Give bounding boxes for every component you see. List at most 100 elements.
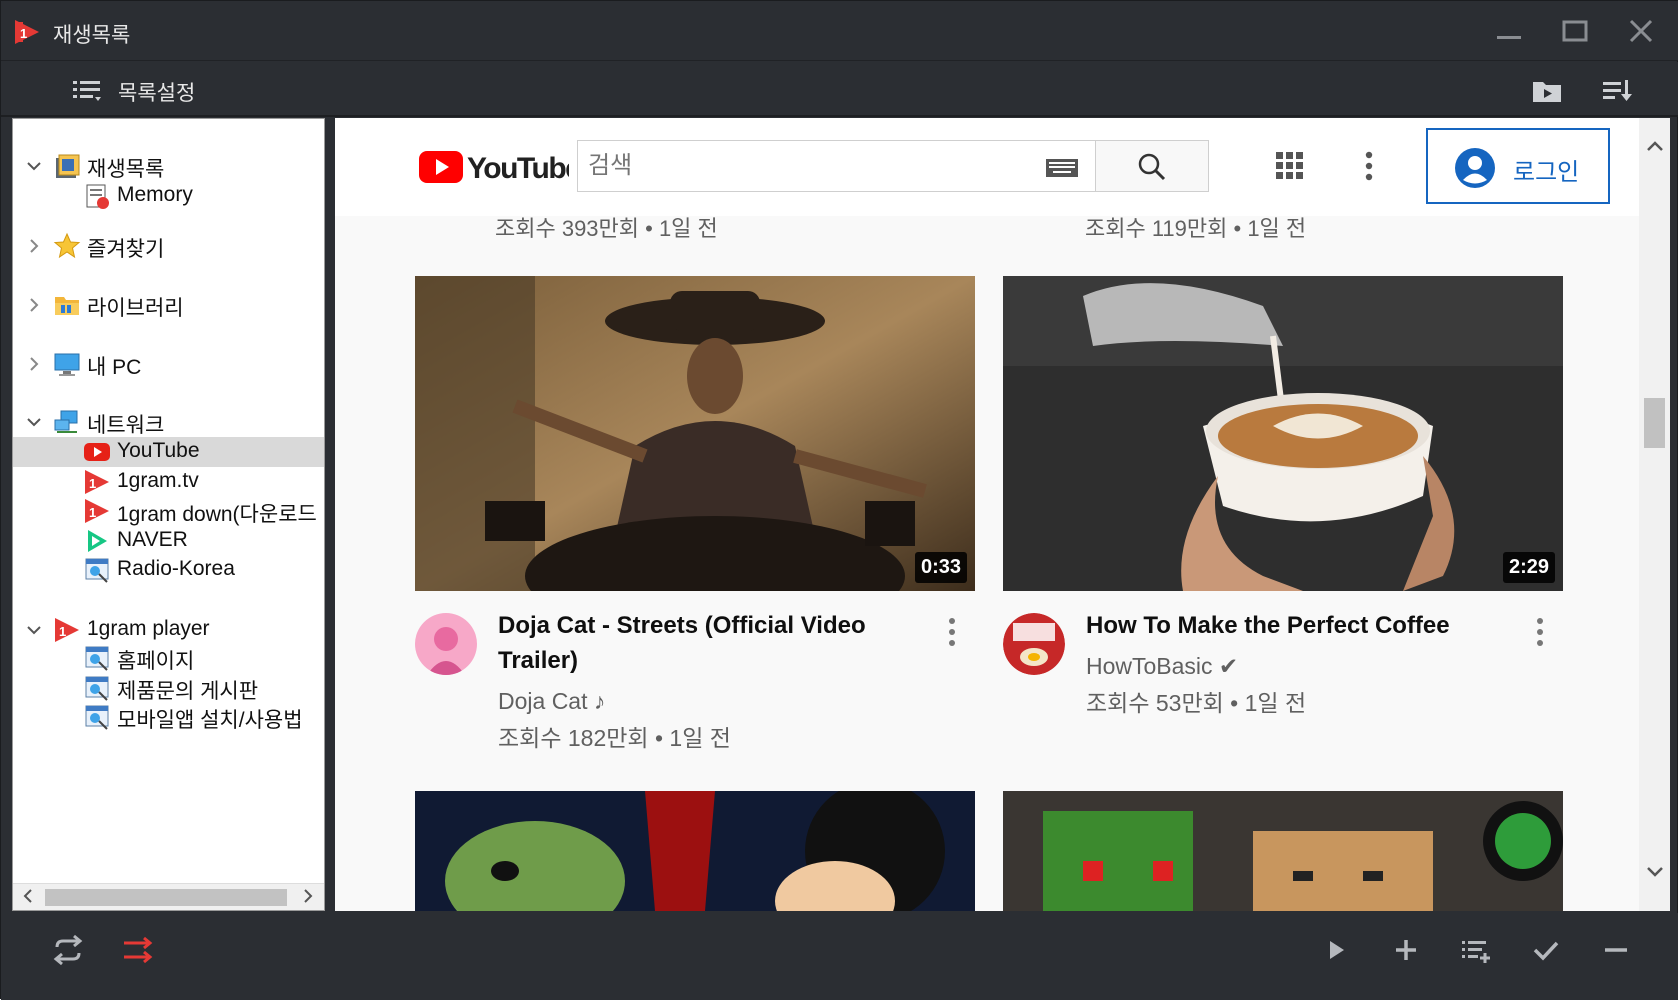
1gram-icon: 1: [55, 618, 79, 642]
tree-item-playlist[interactable]: 재생목록: [13, 151, 324, 181]
tree-item-label: 라이브러리: [87, 297, 184, 320]
video-channel[interactable]: Doja Cat ♪: [498, 688, 605, 715]
window-title: 재생목록: [53, 24, 131, 47]
scroll-right-icon[interactable]: [301, 886, 315, 910]
video-title[interactable]: Doja Cat - Streets (Official Video Trail…: [498, 608, 908, 678]
tree-item-my-pc[interactable]: 내 PC: [13, 349, 324, 379]
scrollbar-thumb[interactable]: [1644, 398, 1665, 448]
tree-item-1gram-down[interactable]: 1 1gram down(다운로드: [13, 496, 324, 526]
video-card[interactable]: [1003, 791, 1563, 911]
video-menu-icon[interactable]: [1535, 616, 1545, 648]
repeat-icon[interactable]: [51, 933, 85, 967]
video-title[interactable]: How To Make the Perfect Coffee: [1086, 608, 1496, 643]
chevron-right-icon[interactable]: [25, 293, 45, 317]
youtube-header: YouTube: [335, 118, 1639, 216]
tree-item-radio-korea[interactable]: Radio-Korea: [13, 555, 324, 585]
video-thumbnail[interactable]: 0:33: [415, 276, 975, 591]
tree-item-product-board[interactable]: 제품문의 게시판: [13, 673, 324, 703]
web-link-icon: [85, 676, 109, 701]
tree-item-naver[interactable]: NAVER: [13, 526, 324, 556]
scroll-down-icon[interactable]: [1645, 860, 1665, 886]
maximize-button[interactable]: [1555, 15, 1595, 49]
vertical-scrollbar[interactable]: [1639, 118, 1670, 911]
video-thumbnail[interactable]: [1003, 791, 1563, 911]
search-button[interactable]: [1096, 140, 1209, 192]
more-vert-icon[interactable]: [1359, 148, 1379, 184]
chevron-down-icon[interactable]: [25, 154, 45, 178]
app-logo-icon: 1: [15, 20, 39, 44]
remove-icon[interactable]: [1599, 933, 1633, 967]
tree-item-network[interactable]: 네트워크: [13, 407, 324, 437]
tree-item-1gram-tv[interactable]: 1 1gram.tv: [13, 467, 324, 497]
video-views: 조회수 182만회 • 1일 전: [498, 725, 731, 751]
video-thumbnail[interactable]: [415, 791, 975, 911]
video-channel[interactable]: HowToBasic ✔: [1086, 653, 1238, 680]
check-icon[interactable]: [1529, 933, 1563, 967]
video-thumbnail[interactable]: 2:29: [1003, 276, 1563, 591]
web-link-icon: [85, 705, 109, 730]
video-views: 조회수 53만회 • 1일 전: [1086, 690, 1307, 716]
apps-grid-icon[interactable]: [1274, 150, 1306, 182]
tree-item-label: 즐겨찾기: [87, 238, 165, 261]
shuffle-icon[interactable]: [121, 933, 155, 967]
tree-item-youtube[interactable]: YouTube: [13, 437, 324, 467]
bottom-bar: [1, 913, 1678, 1000]
sidebar-tree: 재생목록 Memory 즐겨찾기 라이브러리 내 PC 네트워크 YouTube…: [12, 118, 325, 911]
list-settings-label[interactable]: 목록설정: [118, 77, 195, 107]
tree-item-homepage[interactable]: 홈페이지: [13, 643, 324, 673]
svg-text:1: 1: [20, 26, 27, 41]
add-icon[interactable]: [1389, 933, 1423, 967]
naver-play-icon: [88, 530, 107, 552]
chevron-right-icon[interactable]: [25, 234, 45, 258]
tree-item-label: 1gram player: [87, 617, 210, 640]
search-box: [577, 140, 1096, 192]
video-duration: 2:29: [1502, 552, 1555, 583]
star-icon: [53, 232, 81, 259]
youtube-logo-text: YouTube: [467, 152, 569, 185]
memory-icon: [86, 184, 109, 209]
youtube-logo[interactable]: YouTube: [419, 148, 583, 186]
add-to-list-icon[interactable]: [1459, 933, 1493, 967]
svg-text:1: 1: [59, 624, 66, 639]
tree-item-favorites[interactable]: 즐겨찾기: [13, 231, 324, 261]
svg-text:1: 1: [89, 476, 96, 491]
search-input[interactable]: [588, 149, 1008, 183]
play-folder-icon[interactable]: [1531, 76, 1563, 104]
scrollbar-thumb[interactable]: [45, 889, 287, 906]
tree-item-label: Radio-Korea: [117, 557, 235, 580]
network-icon: [54, 410, 78, 433]
web-view: 조회수 393만회 • 1일 전 조회수 119만회 • 1일 전 YouTub…: [335, 118, 1670, 911]
scroll-left-icon[interactable]: [21, 886, 35, 910]
list-settings-icon[interactable]: [73, 79, 103, 103]
tree-item-library[interactable]: 라이브러리: [13, 290, 324, 320]
video-card[interactable]: 0:33 Doja Cat - Streets (Official Video …: [415, 276, 975, 751]
channel-avatar[interactable]: [1003, 613, 1065, 675]
app-window: 1 재생목록 목록설정 재생목록 Memory 즐겨찾기 라이브러리 내 PC …: [0, 0, 1678, 1000]
tree-item-mobile-app[interactable]: 모바일앱 설치/사용법: [13, 702, 324, 732]
login-button[interactable]: 로그인: [1426, 128, 1610, 204]
scroll-up-icon[interactable]: [1645, 134, 1665, 160]
keyboard-icon[interactable]: [1045, 158, 1079, 178]
sort-list-icon[interactable]: [1601, 76, 1633, 104]
tree-item-label: 홈페이지: [117, 650, 195, 673]
play-icon[interactable]: [1319, 933, 1353, 967]
chevron-down-icon[interactable]: [25, 618, 45, 642]
tree-item-memory[interactable]: Memory: [13, 181, 324, 211]
tree-item-1gram-player[interactable]: 1 1gram player: [13, 615, 324, 645]
close-button[interactable]: [1621, 15, 1661, 49]
video-card[interactable]: [415, 791, 975, 911]
1gram-icon: 1: [85, 499, 109, 523]
channel-avatar[interactable]: [415, 613, 477, 675]
thumbnail-image: [1003, 276, 1563, 591]
title-bar: 1 재생목록: [1, 1, 1678, 61]
tree-item-label: YouTube: [117, 439, 200, 462]
video-menu-icon[interactable]: [947, 616, 957, 648]
video-card[interactable]: 2:29 How To Make the Perfect Coffee HowT…: [1003, 276, 1563, 736]
minimize-button[interactable]: [1489, 15, 1529, 49]
chevron-down-icon[interactable]: [25, 410, 45, 434]
horizontal-scrollbar[interactable]: [13, 883, 324, 910]
computer-icon: [54, 353, 80, 376]
tree-item-label: 모바일앱 설치/사용법: [117, 709, 303, 732]
tree-item-label: 재생목록: [87, 158, 165, 181]
chevron-right-icon[interactable]: [25, 352, 45, 376]
